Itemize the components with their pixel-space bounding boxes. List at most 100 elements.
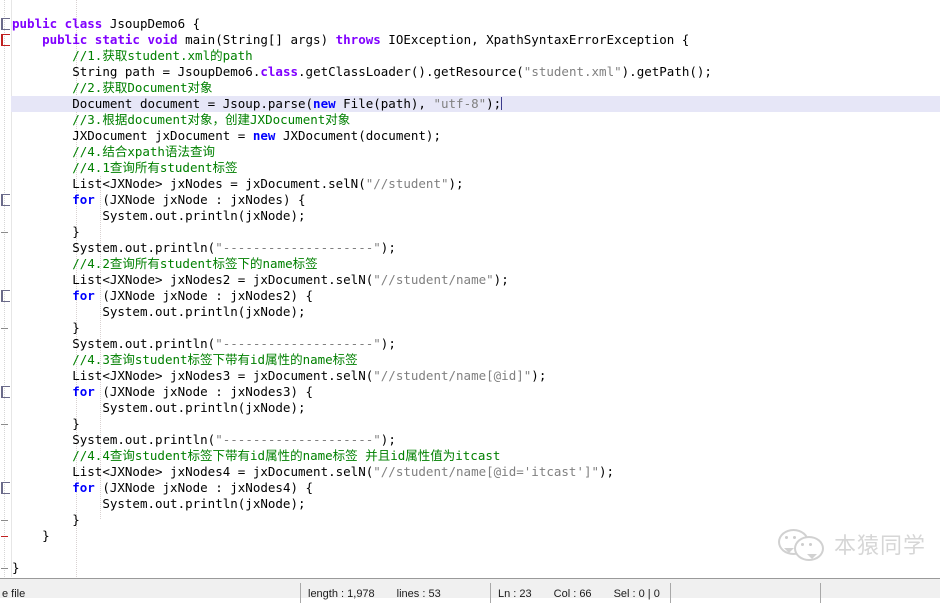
code-token-plain: List<JXNode> jxNodes3 = jxDocument.selN(: [72, 368, 374, 383]
code-line[interactable]: System.out.println("--------------------…: [11, 336, 940, 352]
code-token-plain: File(path),: [335, 96, 434, 111]
status-ln: Ln : 23: [498, 588, 532, 600]
code-token-plain: System.out.println(: [72, 432, 216, 447]
code-editor[interactable]: public class JsoupDemo6 { public static …: [0, 0, 940, 578]
code-token-str: "//student/name": [373, 272, 494, 287]
code-line-current[interactable]: Document document = Jsoup.parse(new File…: [11, 96, 940, 112]
fold-end-marker[interactable]: [1, 568, 8, 569]
code-line[interactable]: for (JXNode jxNode : jxNodes2) {: [11, 288, 940, 304]
code-line[interactable]: System.out.println("--------------------…: [11, 240, 940, 256]
code-token-kw: class: [260, 64, 299, 79]
code-token-cmt: //2.获取Document对象: [72, 80, 213, 95]
fold-open-marker[interactable]: [1, 386, 10, 398]
code-line[interactable]: public static void main(String[] args) t…: [11, 32, 940, 48]
code-line[interactable]: System.out.println(jxNode);: [11, 208, 940, 224]
code-line[interactable]: }: [11, 560, 940, 576]
code-line[interactable]: List<JXNode> jxNodes = jxDocument.selN("…: [11, 176, 940, 192]
code-line[interactable]: List<JXNode> jxNodes3 = jxDocument.selN(…: [11, 368, 940, 384]
code-token-cmt: //4.1查询所有student标签: [72, 160, 238, 175]
fold-end-marker[interactable]: [1, 424, 8, 425]
fold-end-marker[interactable]: [1, 328, 8, 329]
code-line[interactable]: //2.获取Document对象: [11, 80, 940, 96]
code-surface[interactable]: public class JsoupDemo6 { public static …: [11, 0, 940, 578]
fold-open-marker[interactable]: [1, 34, 10, 46]
code-token-str: "--------------------": [215, 336, 381, 351]
status-doc-type: e file: [2, 588, 26, 600]
code-line[interactable]: System.out.println(jxNode);: [11, 400, 940, 416]
code-line[interactable]: }: [11, 528, 940, 544]
code-token-plain: }: [72, 512, 80, 527]
code-token-plain: JsoupDemo6 {: [102, 16, 201, 31]
code-line[interactable]: for (JXNode jxNode : jxNodes) {: [11, 192, 940, 208]
code-token-plain: (JXNode jxNode : jxNodes3) {: [94, 384, 314, 399]
code-line[interactable]: for (JXNode jxNode : jxNodes3) {: [11, 384, 940, 400]
code-token-str: "//student/name[@id='itcast']": [373, 464, 600, 479]
code-token-plain: System.out.println(jxNode);: [102, 400, 306, 415]
code-line[interactable]: JXDocument jxDocument = new JXDocument(d…: [11, 128, 940, 144]
code-token-plain: List<JXNode> jxNodes2 = jxDocument.selN(: [72, 272, 374, 287]
code-token-plain: List<JXNode> jxNodes4 = jxDocument.selN(: [72, 464, 374, 479]
code-token-plain: );: [380, 240, 396, 255]
code-token-cmt: //4.3查询student标签下带有id属性的name标签: [72, 352, 358, 367]
code-line[interactable]: List<JXNode> jxNodes2 = jxDocument.selN(…: [11, 272, 940, 288]
code-line[interactable]: //1.获取student.xml的path: [11, 48, 940, 64]
code-line[interactable]: System.out.println("--------------------…: [11, 432, 940, 448]
code-token-plain: System.out.println(: [72, 336, 216, 351]
code-token-plain: (JXNode jxNode : jxNodes) {: [94, 192, 306, 207]
code-token-plain: }: [12, 560, 20, 575]
fold-open-marker[interactable]: [1, 482, 10, 494]
code-line[interactable]: public class JsoupDemo6 {: [11, 16, 940, 32]
code-line[interactable]: //4.结合xpath语法查询: [11, 144, 940, 160]
code-line[interactable]: [11, 544, 940, 560]
fold-open-marker[interactable]: [1, 194, 10, 206]
code-line[interactable]: //4.4查询student标签下带有id属性的name标签 并且id属性值为i…: [11, 448, 940, 464]
fold-open-marker[interactable]: [1, 18, 10, 30]
fold-end-marker[interactable]: [1, 536, 8, 537]
code-token-plain: );: [486, 96, 502, 111]
code-token-kw2: new: [252, 128, 276, 143]
code-token-cmt: //3.根据document对象，创建JXDocument对象: [72, 112, 351, 127]
code-line[interactable]: //3.根据document对象，创建JXDocument对象: [11, 112, 940, 128]
code-token-plain: String path = JsoupDemo6.: [72, 64, 261, 79]
code-token-kw: throws: [335, 32, 381, 47]
code-line[interactable]: System.out.println(jxNode);: [11, 496, 940, 512]
fold-open-marker[interactable]: [1, 290, 10, 302]
code-line[interactable]: //4.2查询所有student标签下的name标签: [11, 256, 940, 272]
code-line[interactable]: }: [11, 512, 940, 528]
code-line[interactable]: for (JXNode jxNode : jxNodes4) {: [11, 480, 940, 496]
status-length: length : 1,978: [308, 588, 375, 600]
code-line[interactable]: }: [11, 224, 940, 240]
code-line[interactable]: }: [11, 320, 940, 336]
code-line[interactable]: }: [11, 416, 940, 432]
code-token-plain: (JXNode jxNode : jxNodes2) {: [94, 288, 314, 303]
code-line[interactable]: String path = JsoupDemo6.class.getClassL…: [11, 64, 940, 80]
code-line[interactable]: [11, 0, 940, 16]
code-token-plain: System.out.println(: [72, 240, 216, 255]
code-line[interactable]: List<JXNode> jxNodes4 = jxDocument.selN(…: [11, 464, 940, 480]
code-token-plain: }: [72, 416, 80, 431]
code-line[interactable]: //4.3查询student标签下带有id属性的name标签: [11, 352, 940, 368]
code-token-plain: JXDocument(document);: [275, 128, 441, 143]
status-length-lines: length : 1,978 lines : 53: [300, 583, 490, 603]
code-token-plain: );: [599, 464, 615, 479]
status-bar: e file length : 1,978 lines : 53 Ln : 23 C…: [0, 577, 940, 603]
code-token-kw: public static void: [42, 32, 178, 47]
code-line[interactable]: //4.1查询所有student标签: [11, 160, 940, 176]
status-caret-position: Ln : 23 Col : 66 Sel : 0 | 0: [490, 583, 670, 603]
fold-end-marker[interactable]: [1, 520, 8, 521]
fold-end-marker[interactable]: [1, 232, 8, 233]
code-line[interactable]: System.out.println(jxNode);: [11, 304, 940, 320]
code-token-plain: main(String[] args): [177, 32, 336, 47]
